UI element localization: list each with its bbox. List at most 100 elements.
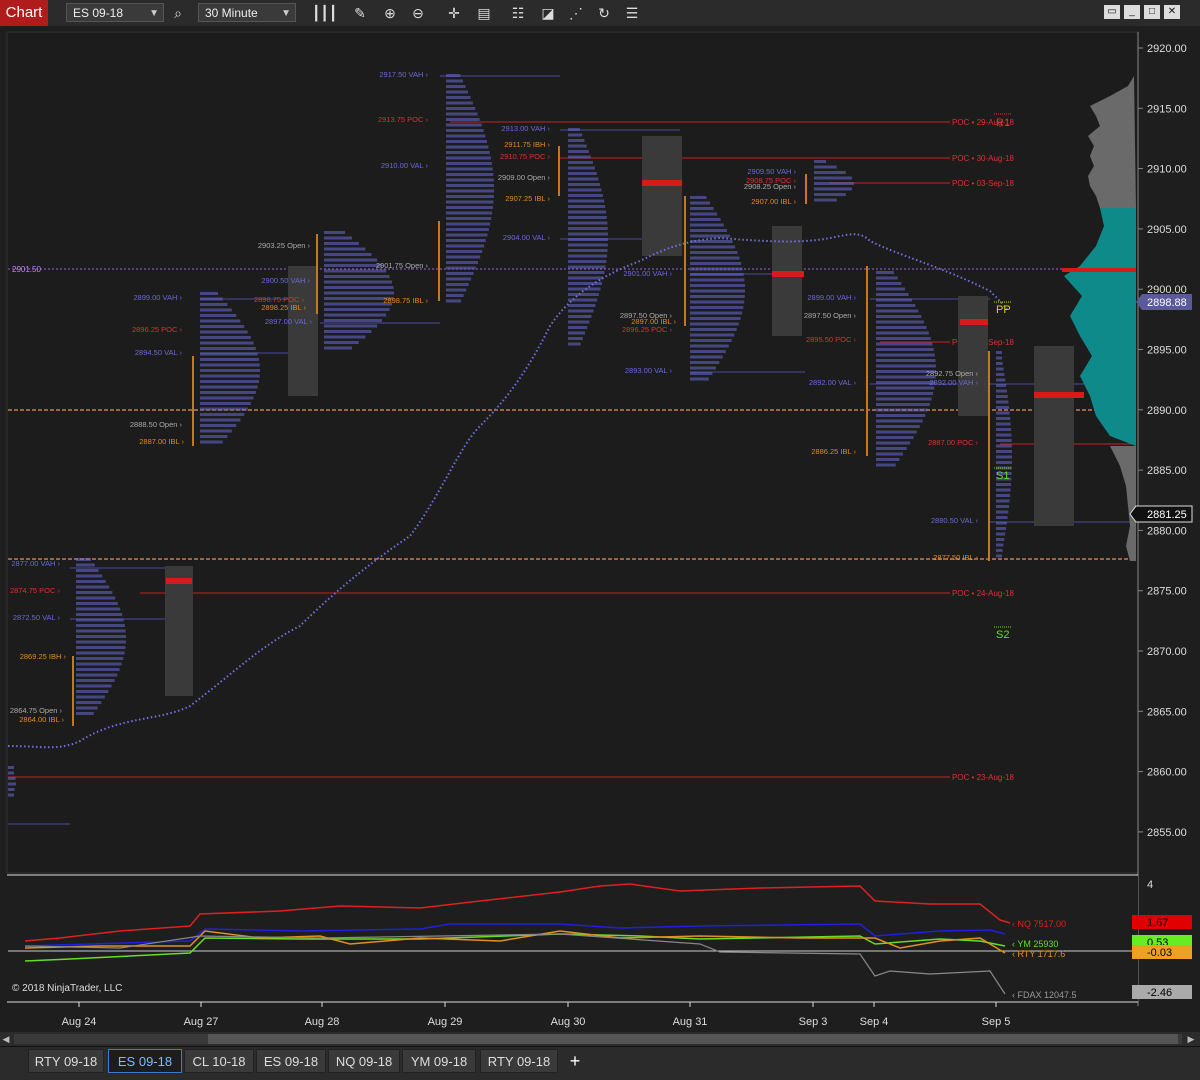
crosshair-icon[interactable]: ✛ — [444, 3, 464, 23]
profile-label: 2898.75 IBL › — [383, 296, 428, 305]
copyright: © 2018 NinjaTrader, LLC — [12, 983, 123, 994]
chart-canvas[interactable]: 2920.002915.002910.002905.002900.002895.… — [0, 26, 1200, 1032]
profile-label: 2901.00 VAH › — [623, 269, 672, 278]
chevron-down-icon: ▼ — [281, 8, 291, 19]
legend-entry: ‹ YM 25930 — [1012, 939, 1058, 949]
tab-es-09-18-active[interactable]: ES 09-18 — [108, 1049, 182, 1073]
draw-icon[interactable]: ✎ — [350, 3, 370, 23]
horizontal-scrollbar[interactable]: ◀ ▶ — [0, 1032, 1200, 1046]
price-tick-label: 2880.00 — [1147, 525, 1187, 537]
strategies-icon[interactable]: ☷ — [508, 3, 528, 23]
profile-label: 2903.25 Open › — [258, 241, 311, 250]
lower-axis-top: 4 — [1147, 879, 1153, 891]
maximize-icon[interactable]: □ — [1144, 5, 1160, 19]
profile-label: 2907.25 IBL › — [505, 194, 550, 203]
profile-label: 2911.75 IBH › — [504, 140, 550, 149]
price-tick-label: 2860.00 — [1147, 767, 1187, 779]
price-tick-label: 2890.00 — [1147, 405, 1187, 417]
price-tick-label: 2915.00 — [1147, 103, 1187, 115]
drawing-tools-icon[interactable]: ⋰ — [566, 3, 586, 23]
profile-label: 2888.50 Open › — [130, 420, 183, 429]
profile-label: 2913.75 POC › — [378, 115, 429, 124]
time-tick-label: Sep 5 — [982, 1016, 1011, 1028]
zoom-out-icon[interactable]: ⊖ — [408, 3, 428, 23]
poc-label: POC • 24-Aug-18 — [952, 589, 1014, 598]
scroll-right-icon[interactable]: ▶ — [1185, 1032, 1197, 1046]
price-tick-label: 2865.00 — [1147, 706, 1187, 718]
properties-icon[interactable]: ☰ — [622, 3, 642, 23]
zoom-in-icon[interactable]: ⊕ — [380, 3, 400, 23]
instrument-tab-bar: RTY 09-18 ES 09-18 CL 10-18 ES 09-18 NQ … — [0, 1046, 1200, 1080]
tab-ym-09-18[interactable]: YM 09-18 — [402, 1049, 476, 1073]
tab-rty-09-18[interactable]: RTY 09-18 — [28, 1049, 104, 1073]
profile-label: 2886.25 IBL › — [811, 447, 856, 456]
profile-label: 2896.25 POC › — [622, 325, 673, 334]
scroll-thumb[interactable] — [208, 1034, 1178, 1044]
profile-label: 2894.50 VAL › — [135, 348, 183, 357]
indicators-icon[interactable]: ◪ — [538, 3, 558, 23]
time-tick-label: Aug 29 — [428, 1016, 463, 1028]
data-box-icon[interactable]: ▤ — [474, 3, 494, 23]
badge-price: 2898.88 — [1136, 294, 1192, 310]
poc-label: POC • 23-Aug-18 — [952, 773, 1014, 782]
lower-badges: 1.670.53-0.03-2.46 — [1132, 915, 1192, 999]
lower-badge-value: -0.03 — [1147, 947, 1172, 959]
reload-icon[interactable]: ↻ — [594, 3, 614, 23]
pivot-pp: PP — [996, 304, 1011, 316]
profile-label: 2917.50 VAH › — [379, 70, 428, 79]
time-tick-label: Aug 31 — [673, 1016, 708, 1028]
restore-icon[interactable]: ▭ — [1104, 5, 1120, 19]
current-price: 2881.25 — [1129, 505, 1193, 523]
time-tick-label: Sep 4 — [860, 1016, 889, 1028]
price-tick-label: 2910.00 — [1147, 164, 1187, 176]
profile-label: 2909.00 Open › — [498, 173, 551, 182]
tab-cl-10-18[interactable]: CL 10-18 — [184, 1049, 254, 1073]
add-tab-button[interactable]: + — [565, 1049, 585, 1073]
tab-es-09-18[interactable]: ES 09-18 — [256, 1049, 326, 1073]
chevron-down-icon: ▼ — [149, 8, 159, 19]
lower-badge-value: 1.67 — [1147, 917, 1168, 929]
profile-label: 2877.00 VAH › — [11, 559, 60, 568]
profile-label: 2864.75 Open › — [10, 706, 63, 715]
interval-selector[interactable]: 30 Minute ▼ — [198, 3, 296, 22]
tab-nq-09-18[interactable]: NQ 09-18 — [328, 1049, 400, 1073]
profile-label: 2899.00 VAH › — [807, 293, 856, 302]
search-icon[interactable]: ⌕ — [168, 3, 188, 23]
profile-label: 2874.75 POC › — [10, 586, 61, 595]
close-icon[interactable]: ✕ — [1164, 5, 1180, 19]
minimize-icon[interactable]: _ — [1124, 5, 1140, 19]
time-tick-label: Aug 28 — [305, 1016, 340, 1028]
profile-label: 2901.75 Open › — [376, 261, 429, 270]
bar-style-icon[interactable]: ┃┃┃ — [312, 3, 337, 23]
profile-label: 2892.00 VAH › — [929, 378, 978, 387]
profile-label: 2864.00 IBL › — [19, 715, 64, 724]
svg-text:2898.88: 2898.88 — [1147, 297, 1187, 309]
legend-entry: ‹ FDAX 12047.5 — [1012, 990, 1077, 1000]
profile-label: 2869.25 IBH › — [20, 652, 67, 661]
profile-label: 2904.00 VAL › — [503, 233, 551, 242]
chart-area[interactable]: 2920.00 2915.00 2910.00 2905.00 2900.00 2895.… — [0, 26, 1200, 1046]
instrument-value: ES 09-18 — [73, 6, 124, 20]
chart-toolbar: Chart ES 09-18 ▼ ⌕ 30 Minute ▼ ┃┃┃ ✎ ⊕ ⊖… — [0, 0, 1200, 27]
tab-rty-09-18-2[interactable]: RTY 09-18 — [480, 1049, 558, 1073]
profile-label: 2907.00 IBL › — [751, 197, 796, 206]
profile-label: 2899.00 VAH › — [133, 293, 182, 302]
price-tick-label: 2885.00 — [1147, 465, 1187, 477]
profile-label: 2880.50 VAL › — [931, 516, 979, 525]
instrument-selector[interactable]: ES 09-18 ▼ — [66, 3, 164, 22]
profile-label: 2877.50 IBL › — [933, 553, 978, 562]
profile-label: 2909.50 VAH › — [747, 167, 796, 176]
time-tick-label: Aug 24 — [62, 1016, 97, 1028]
profile-label: 2895.50 POC › — [806, 335, 857, 344]
profile-label: 2910.75 POC › — [500, 152, 551, 161]
profile-label: 2910.00 VAL › — [381, 161, 429, 170]
profile-label: 2892.75 Open › — [926, 369, 979, 378]
price-tick-label: 2855.00 — [1147, 827, 1187, 839]
profile-label: 2898.25 IBL › — [261, 303, 306, 312]
time-tick-label: Aug 30 — [551, 1016, 586, 1028]
scroll-left-icon[interactable]: ◀ — [0, 1032, 12, 1046]
interval-value: 30 Minute — [205, 6, 258, 20]
profile-label: 2897.50 Open › — [804, 311, 857, 320]
svg-text:2881.25: 2881.25 — [1147, 509, 1187, 521]
poc-label: POC • 03-Sep-18 — [952, 179, 1014, 188]
